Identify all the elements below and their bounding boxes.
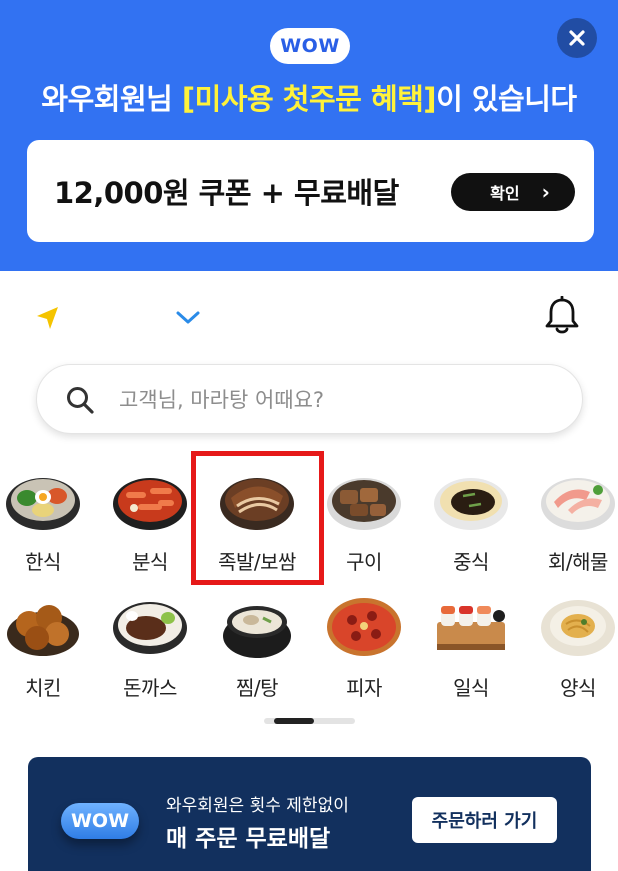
promo-title-highlight: [미사용 첫주문 혜택] — [181, 82, 437, 116]
category-pizza[interactable]: 피자 — [311, 592, 417, 712]
category-label: 찜/탕 — [235, 676, 279, 700]
category-donkatsu[interactable]: 돈까스 — [97, 592, 203, 712]
coupon-card: 12,000원 쿠폰 + 무료배달 확인 › — [27, 140, 594, 242]
promo-title-suffix: 이 있습니다 — [436, 82, 577, 116]
confirm-label: 확인 — [490, 184, 520, 203]
chevron-right-icon: › — [541, 180, 550, 204]
category-label: 한식 — [25, 550, 61, 574]
order-now-button[interactable]: 주문하러 가기 — [412, 797, 557, 843]
category-grilled[interactable]: 구이 — [311, 466, 417, 586]
grilled-meat-icon — [327, 478, 401, 530]
category-western[interactable]: 양식 — [525, 592, 618, 712]
category-stew[interactable]: 찜/탕 — [204, 592, 310, 712]
category-label: 돈까스 — [123, 676, 177, 700]
wow-badge: WOW — [61, 803, 139, 839]
sushi-icon — [437, 606, 505, 650]
search-bar[interactable] — [36, 364, 583, 434]
search-input[interactable] — [119, 381, 559, 419]
donkatsu-icon — [113, 602, 187, 654]
pasta-icon — [541, 600, 615, 656]
category-label: 치킨 — [25, 676, 61, 700]
wow-banner-title: 매 주문 무료배달 — [166, 826, 331, 852]
jajangmyeon-icon — [434, 478, 508, 530]
category-korean[interactable]: 한식 — [0, 466, 96, 586]
selected-category-highlight — [191, 451, 324, 585]
category-label: 양식 — [560, 676, 596, 700]
category-label: 피자 — [346, 676, 382, 700]
sashimi-icon — [541, 478, 615, 530]
category-label: 구이 — [346, 550, 382, 574]
wow-banner-subtitle: 와우회원은 횟수 제한없이 — [166, 796, 349, 816]
search-icon — [67, 387, 94, 414]
tteokbokki-icon — [113, 478, 187, 530]
category-label: 일식 — [453, 676, 489, 700]
bibimbap-icon — [6, 478, 80, 530]
category-label: 분식 — [132, 550, 168, 574]
location-arrow-icon[interactable] — [34, 304, 62, 332]
promo-banner: WOW 와우회원님 [미사용 첫주문 혜택]이 있습니다 12,000원 쿠폰 … — [0, 0, 618, 271]
stew-pot-icon — [223, 606, 291, 658]
fried-chicken-icon — [7, 605, 79, 656]
confirm-button[interactable]: 확인 › — [451, 173, 575, 211]
category-chinese[interactable]: 중식 — [418, 466, 524, 586]
promo-title-prefix: 와우회원님 — [41, 82, 182, 116]
category-label: 회/해물 — [548, 550, 608, 574]
pizza-icon — [327, 598, 401, 656]
wow-free-delivery-banner[interactable]: WOW 와우회원은 횟수 제한없이 매 주문 무료배달 주문하러 가기 — [28, 757, 591, 871]
category-chicken[interactable]: 치킨 — [0, 592, 96, 712]
category-japanese[interactable]: 일식 — [418, 592, 524, 712]
category-label: 중식 — [453, 550, 489, 574]
category-pager-indicator — [274, 718, 314, 724]
notification-bell-icon[interactable] — [544, 296, 580, 336]
coupon-text: 12,000원 쿠폰 + 무료배달 — [54, 176, 399, 210]
wow-badge: WOW — [270, 28, 350, 64]
close-icon — [569, 30, 585, 46]
promo-title: 와우회원님 [미사용 첫주문 혜택]이 있습니다 — [0, 76, 618, 118]
category-seafood[interactable]: 회/해물 — [525, 466, 618, 586]
close-button[interactable] — [557, 18, 597, 58]
chevron-down-icon[interactable] — [175, 306, 201, 328]
category-bunsik[interactable]: 분식 — [97, 466, 203, 586]
